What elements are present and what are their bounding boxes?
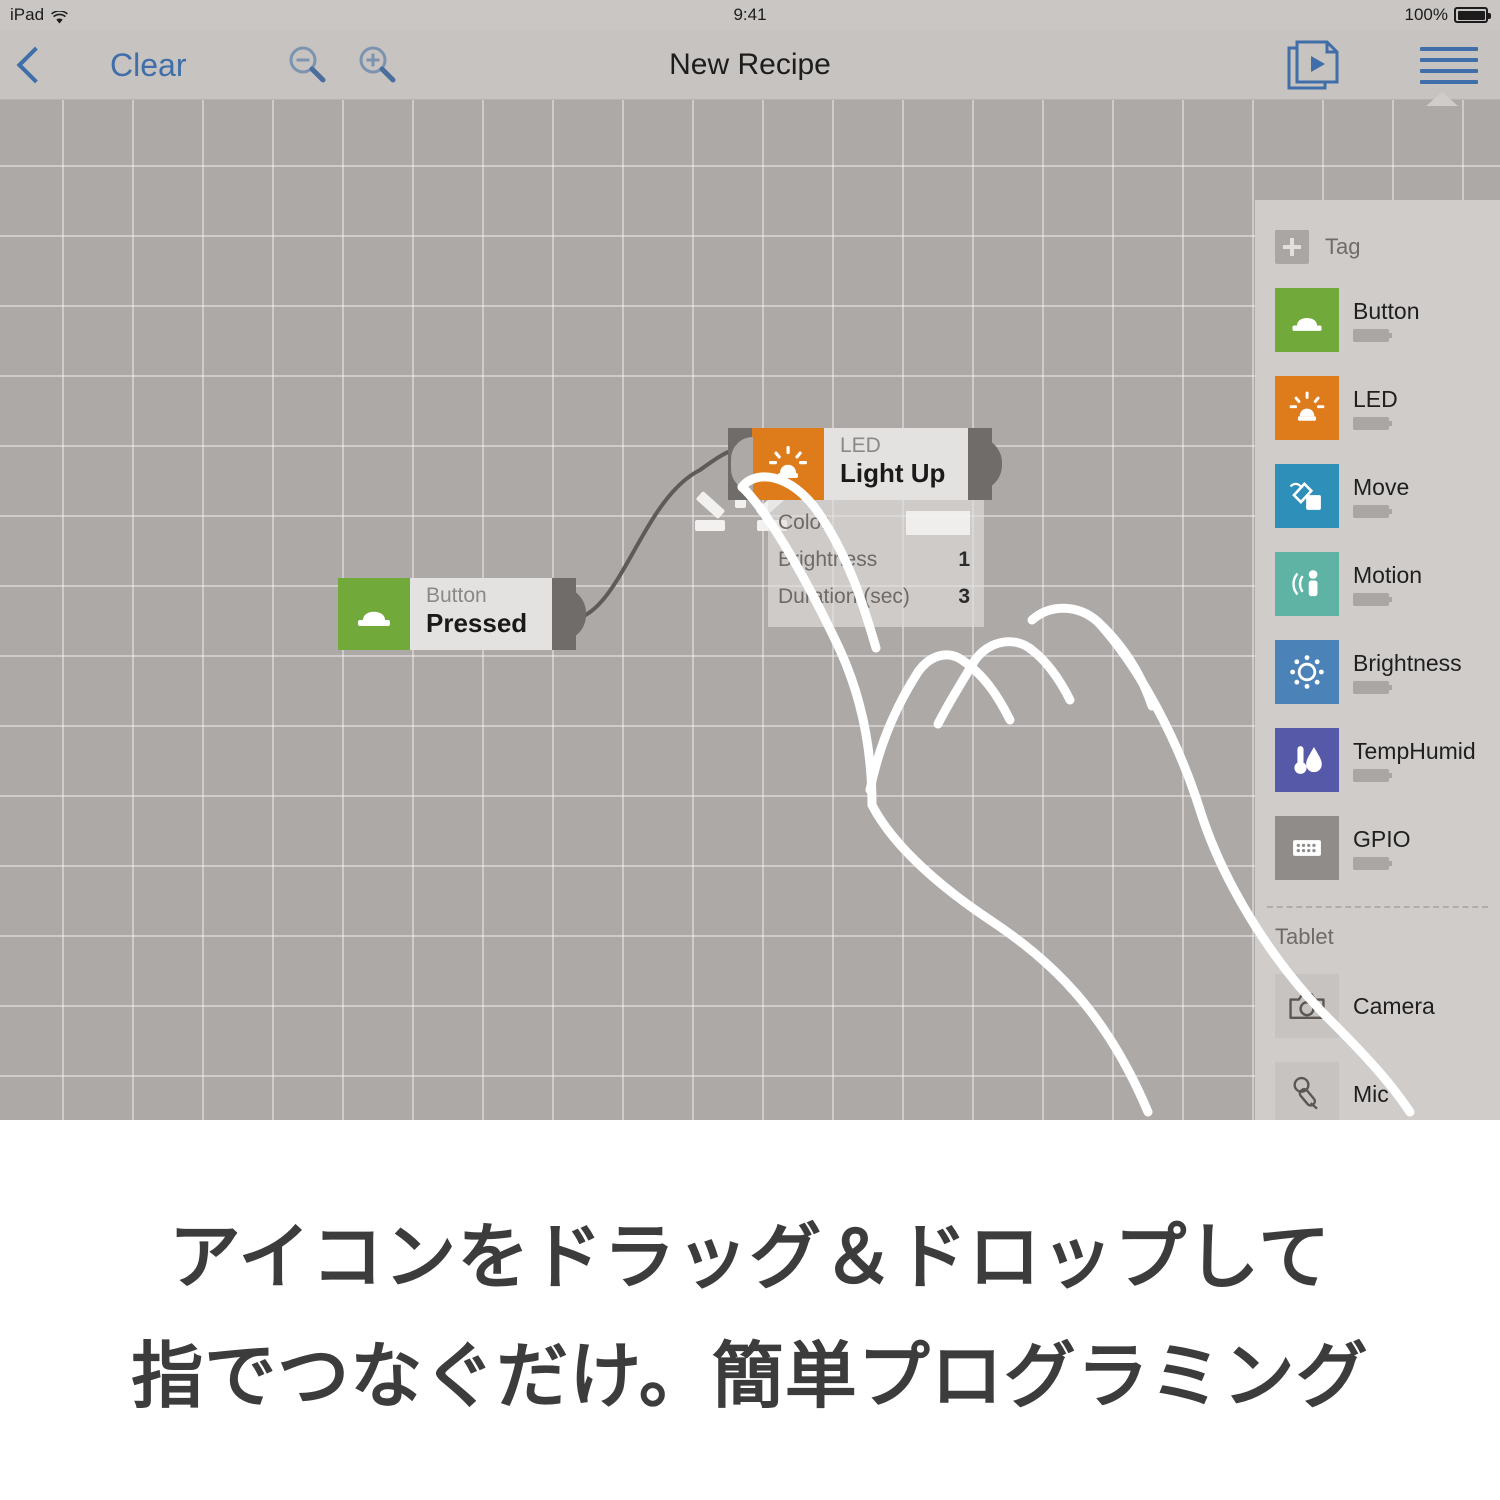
- led-property-duration[interactable]: Duration (sec) 3: [768, 578, 984, 615]
- recipe-block-button[interactable]: Button Pressed: [338, 578, 586, 650]
- run-recipe-button[interactable]: [1283, 30, 1345, 100]
- device-palette-popover[interactable]: Tag Button LED Move Motion Brightness Te…: [1255, 200, 1500, 1120]
- palette-item-button[interactable]: Button: [1255, 276, 1500, 364]
- palette-item-motion-text: Motion: [1353, 562, 1422, 606]
- led-input-connector[interactable]: [728, 428, 753, 500]
- palette-item-led-text: LED: [1353, 386, 1398, 430]
- button-output-connector[interactable]: [552, 578, 586, 650]
- battery-indicator: [1353, 329, 1392, 342]
- led-color-swatch[interactable]: [906, 510, 970, 535]
- palette-item-temphumid[interactable]: TempHumid: [1255, 716, 1500, 804]
- microphone-icon: [1275, 1062, 1339, 1120]
- battery-indicator: [1353, 681, 1392, 694]
- battery-indicator: [1353, 593, 1392, 606]
- led-property-duration-value: 3: [958, 584, 970, 608]
- sun-icon: [1275, 640, 1339, 704]
- palette-label-mic: Mic: [1353, 1081, 1389, 1107]
- led-property-brightness-value: 1: [958, 547, 970, 571]
- palette-item-camera[interactable]: Camera: [1255, 962, 1500, 1050]
- palette-divider: [1267, 906, 1488, 908]
- tag-label: Tag: [1325, 234, 1361, 259]
- ipad-screenshot: iPad 9:41 100% Clear New Recipe Button P…: [0, 0, 1500, 1120]
- palette-section-tablet: Tablet: [1275, 924, 1334, 949]
- battery-indicator: [1353, 857, 1392, 870]
- page-title: New Recipe: [669, 48, 831, 81]
- palette-item-move[interactable]: Move: [1255, 452, 1500, 540]
- led-block-body: LED Light Up: [824, 428, 968, 500]
- palette-item-led[interactable]: LED: [1255, 364, 1500, 452]
- palette-label-brightness: Brightness: [1353, 650, 1462, 676]
- palette-item-temphumid-text: TempHumid: [1353, 738, 1476, 782]
- caption-line-2: 指でつなぐだけ。簡単プログラミング: [131, 1334, 1369, 1418]
- battery-indicator: [1353, 505, 1392, 518]
- led-output-connector[interactable]: [968, 428, 1002, 500]
- status-bar: iPad 9:41 100%: [0, 0, 1500, 30]
- button-icon: [1275, 288, 1339, 352]
- palette-label-led: LED: [1353, 386, 1398, 412]
- recipe-block-led[interactable]: LED Light Up Color Brightness 1 Duration…: [728, 428, 1002, 627]
- palette-item-button-text: Button: [1353, 298, 1420, 342]
- led-siren-icon: [1275, 376, 1339, 440]
- led-properties-panel: Color Brightness 1 Duration (sec) 3: [768, 500, 984, 627]
- gpio-icon: [1275, 816, 1339, 880]
- play-documents-icon: [1287, 40, 1339, 90]
- button-block-action: Pressed: [426, 608, 528, 638]
- palette-item-gpio-text: GPIO: [1353, 826, 1411, 870]
- palette-item-brightness[interactable]: Brightness: [1255, 628, 1500, 716]
- battery-indicator: [1353, 769, 1392, 782]
- palette-item-mic-text: Mic: [1353, 1081, 1389, 1107]
- status-time: 9:41: [733, 5, 767, 24]
- led-block-action: Light Up: [840, 458, 946, 488]
- status-right: 100%: [1404, 5, 1491, 25]
- palette-label-move: Move: [1353, 474, 1410, 500]
- palette-item-move-text: Move: [1353, 474, 1409, 518]
- button-block-body: Button Pressed: [410, 578, 552, 650]
- app-toolbar: Clear New Recipe: [0, 30, 1500, 100]
- palette-label-button: Button: [1353, 298, 1420, 324]
- led-property-color-label: Color: [778, 510, 829, 534]
- palette-label-motion: Motion: [1353, 562, 1423, 588]
- palette-item-camera-text: Camera: [1353, 993, 1435, 1019]
- hamburger-menu-icon: [1420, 40, 1478, 91]
- led-property-duration-label: Duration (sec): [778, 584, 910, 608]
- menu-button[interactable]: [1420, 30, 1478, 100]
- palette-item-mic[interactable]: Mic: [1255, 1050, 1500, 1120]
- palette-label-gpio: GPIO: [1353, 826, 1411, 852]
- recipe-canvas[interactable]: Button Pressed LED Light Up Color Bright…: [0, 100, 1500, 1120]
- caption-block: アイコンをドラッグ＆ドロップして 指でつなぐだけ。簡単プログラミング: [0, 1120, 1500, 1500]
- battery-percent: 100%: [1404, 5, 1448, 24]
- motion-icon: [1275, 552, 1339, 616]
- battery-indicator: [1353, 417, 1392, 430]
- button-icon: [338, 578, 410, 650]
- led-property-brightness-label: Brightness: [778, 547, 878, 571]
- palette-label-camera: Camera: [1353, 993, 1435, 1019]
- palette-item-brightness-text: Brightness: [1353, 650, 1462, 694]
- palette-item-gpio[interactable]: GPIO: [1255, 804, 1500, 892]
- led-property-brightness[interactable]: Brightness 1: [768, 541, 984, 578]
- palette-label-temphumid: TempHumid: [1353, 738, 1476, 764]
- caption-line-1: アイコンをドラッグ＆ドロップして: [168, 1215, 1332, 1299]
- popover-caret: [1426, 92, 1458, 106]
- palette-item-motion[interactable]: Motion: [1255, 540, 1500, 628]
- camera-icon: [1275, 974, 1339, 1038]
- plus-tile-icon[interactable]: [1275, 230, 1309, 264]
- led-block-kind: LED: [840, 434, 881, 457]
- thermometer-icon: [1275, 728, 1339, 792]
- battery-full-icon: [1454, 7, 1491, 23]
- led-siren-icon: [752, 428, 824, 500]
- button-block-kind: Button: [426, 584, 487, 607]
- move-icon: [1275, 464, 1339, 528]
- tag-row[interactable]: Tag: [1255, 200, 1500, 276]
- led-property-color[interactable]: Color: [768, 504, 984, 541]
